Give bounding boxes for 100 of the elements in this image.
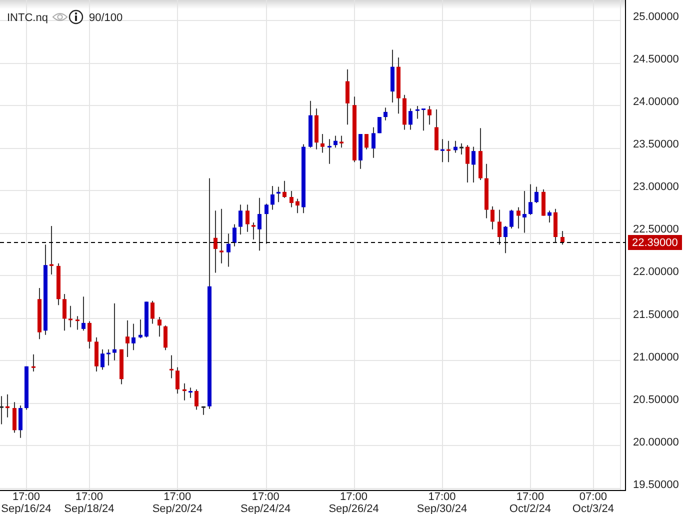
x-axis-label: 17:00 Sep/26/24 <box>328 491 379 514</box>
candle <box>528 184 532 216</box>
candle <box>290 190 294 208</box>
candle <box>454 140 458 154</box>
y-axis-label: 22.00000 <box>633 266 679 278</box>
candle <box>534 186 538 204</box>
candle <box>164 325 168 351</box>
ref-line-label: 22.39000 <box>632 236 678 249</box>
y-axis-label: 21.50000 <box>633 308 679 321</box>
candle <box>132 323 136 351</box>
candle <box>446 140 450 163</box>
y-axis-label: 23.50000 <box>633 138 679 151</box>
candle <box>106 348 110 366</box>
candle <box>50 225 54 275</box>
candle <box>220 208 224 264</box>
candle <box>352 96 356 163</box>
candle <box>516 206 520 229</box>
candle <box>238 204 242 235</box>
candle <box>264 203 268 244</box>
candle <box>434 108 438 151</box>
candle <box>276 186 280 203</box>
candle <box>202 406 206 416</box>
x-axis-label: 17:00 Oct/2/24 <box>509 491 551 514</box>
candle <box>38 288 42 340</box>
symbol-label: INTC.nq <box>7 12 48 24</box>
candle <box>56 262 60 306</box>
candle <box>372 126 376 158</box>
candle <box>320 134 324 154</box>
candle <box>252 222 256 240</box>
info-icon[interactable] <box>68 10 84 24</box>
candle <box>302 144 306 214</box>
candle <box>340 135 344 148</box>
candle <box>314 108 318 150</box>
candle <box>176 366 180 394</box>
candle <box>6 394 10 418</box>
current-price-label: 22.39000 <box>628 235 682 250</box>
x-axis-label: 17:00 Sep/24/24 <box>240 491 291 514</box>
candle <box>364 134 368 150</box>
candle <box>490 206 494 230</box>
candle <box>408 108 412 130</box>
x-axis-label: 17:00 Sep/20/24 <box>152 491 202 514</box>
candle <box>112 302 116 361</box>
candle <box>188 387 192 398</box>
candle <box>484 163 488 219</box>
candle <box>282 180 286 198</box>
x-axis-label: 17:00 Sep/16/24 <box>1 491 52 514</box>
y-axis-label: 21.00000 <box>633 351 679 364</box>
candle <box>12 402 16 434</box>
y-axis-label: 20.00000 <box>633 436 679 448</box>
candle <box>466 144 470 184</box>
candle <box>170 354 174 379</box>
candle <box>214 210 218 274</box>
candle <box>126 320 130 358</box>
candle <box>62 294 66 332</box>
candle <box>120 348 124 385</box>
candle <box>68 305 72 328</box>
candle <box>308 100 312 148</box>
x-axis-label: 07:00 Oct/3/24 <box>572 491 614 514</box>
candle <box>548 210 552 224</box>
candle <box>32 354 36 372</box>
candle <box>560 230 564 246</box>
candle <box>270 185 274 210</box>
score-label: 90/100 <box>89 12 123 24</box>
candle <box>88 320 92 349</box>
candle <box>138 319 142 339</box>
candle <box>334 135 338 148</box>
candle <box>478 128 482 180</box>
x-axis-label: 17:00 Sep/18/24 <box>64 491 114 514</box>
candle <box>384 107 388 121</box>
candle <box>358 134 362 170</box>
candle <box>460 142 464 155</box>
candle <box>422 108 426 132</box>
candle <box>182 382 186 401</box>
candle <box>554 208 558 243</box>
y-axis-label: 24.00000 <box>633 96 679 108</box>
candle <box>76 316 80 330</box>
y-axis-label: 22.50000 <box>633 224 679 236</box>
candle <box>94 336 98 372</box>
candle <box>498 209 502 246</box>
candle <box>232 224 236 247</box>
y-axis-label: 19.50000 <box>633 478 679 491</box>
candle <box>346 68 350 126</box>
candle <box>150 300 154 324</box>
candle <box>440 138 444 163</box>
candle <box>258 197 262 252</box>
y-axis-label: 25.00000 <box>633 10 679 23</box>
candle <box>24 366 28 410</box>
candle <box>428 105 432 126</box>
candle <box>542 188 546 216</box>
candle <box>0 396 4 425</box>
candle <box>472 146 476 184</box>
candle <box>328 138 332 164</box>
candle <box>402 94 406 130</box>
y-axis-label: 20.50000 <box>633 394 679 406</box>
y-axis-label: 24.50000 <box>633 53 679 66</box>
candle <box>100 348 104 370</box>
y-axis-label: 23.00000 <box>633 181 679 194</box>
candle <box>18 405 22 438</box>
candle <box>416 105 420 120</box>
candle <box>194 388 198 410</box>
